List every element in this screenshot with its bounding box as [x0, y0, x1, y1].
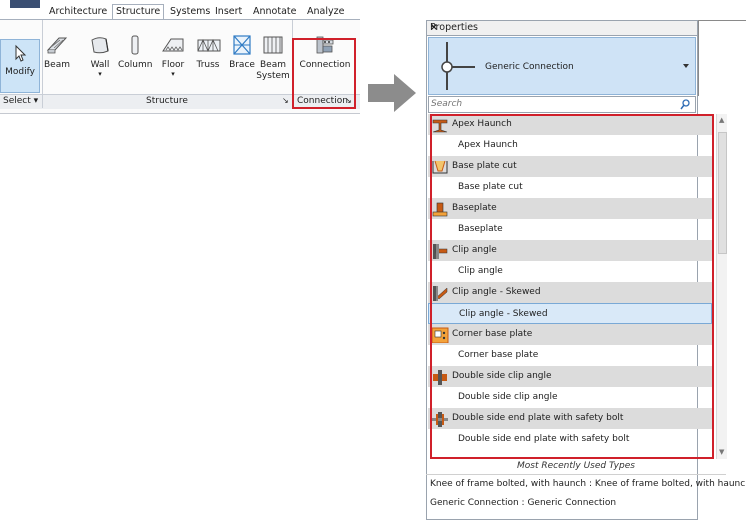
tab-insert[interactable]: Insert — [212, 5, 245, 19]
brace-icon — [233, 35, 251, 55]
type-name: Generic Connection — [485, 62, 574, 72]
view-frame-top — [698, 20, 746, 21]
wall-dropdown-icon[interactable]: ▾ — [88, 71, 112, 78]
mru-item[interactable]: Generic Connection : Generic Connection — [430, 498, 616, 508]
brace-label: Brace — [229, 60, 255, 70]
type-selector[interactable]: Generic Connection — [428, 37, 696, 95]
type-list-highlight-box — [430, 114, 714, 459]
mru-divider — [426, 474, 726, 475]
beam-system-label: Beam System — [256, 60, 290, 81]
type-search-box[interactable] — [428, 96, 696, 113]
floor-button[interactable]: Floor ▾ — [161, 34, 185, 78]
beam-label: Beam — [44, 60, 70, 70]
scroll-down-icon[interactable]: ▼ — [719, 448, 724, 456]
transition-arrow-shaft — [368, 84, 394, 102]
structure-panel-launcher-icon[interactable]: ↘ — [282, 95, 289, 107]
beam-system-button[interactable]: Beam System — [256, 34, 290, 82]
structure-panel-label: Structure — [146, 96, 188, 106]
truss-icon — [197, 39, 221, 52]
floor-dropdown-icon[interactable]: ▾ — [161, 71, 185, 78]
select-dropdown-icon[interactable]: ▾ — [34, 96, 39, 106]
beam-system-icon — [263, 36, 283, 54]
type-dropdown-icon[interactable] — [683, 64, 689, 68]
properties-title-bar: Properties × — [426, 20, 698, 36]
cursor-arrow-icon — [15, 44, 27, 62]
close-icon[interactable]: × — [430, 22, 691, 33]
truss-label: Truss — [196, 60, 220, 70]
brace-button[interactable]: Brace — [229, 34, 255, 71]
mru-title: Most Recently Used Types — [517, 461, 635, 471]
wall-button[interactable]: Wall ▾ — [88, 34, 112, 78]
type-list-scrollbar[interactable]: ▲ ▼ — [716, 114, 727, 459]
modify-label: Modify — [5, 67, 35, 77]
search-icon[interactable] — [680, 99, 690, 110]
beam-icon — [46, 37, 68, 54]
select-panel-label[interactable]: Select ▾ — [3, 95, 38, 107]
connection-highlight-box — [292, 38, 356, 109]
tab-architecture[interactable]: Architecture — [46, 5, 110, 19]
tab-structure[interactable]: Structure — [112, 4, 165, 20]
truss-button[interactable]: Truss — [196, 34, 221, 71]
transition-arrow-icon — [394, 74, 416, 112]
wall-icon — [91, 37, 109, 54]
ribbon-tab-bar: Architecture Structure Systems Insert An… — [0, 0, 360, 20]
scrollbar-thumb[interactable] — [718, 132, 727, 254]
select-panel-text: Select — [3, 96, 31, 106]
tab-annotate[interactable]: Annotate — [250, 5, 299, 19]
tab-analyze[interactable]: Analyze — [304, 5, 347, 19]
column-icon — [131, 35, 139, 55]
floor-icon — [162, 38, 184, 52]
tab-systems[interactable]: Systems — [167, 5, 213, 19]
scroll-up-icon[interactable]: ▲ — [719, 116, 724, 124]
view-frame-left — [698, 20, 699, 96]
modify-button[interactable]: Modify — [0, 39, 40, 93]
search-input[interactable] — [431, 98, 671, 110]
beam-button[interactable]: Beam — [44, 34, 70, 71]
mru-item[interactable]: Knee of frame bolted, with haunch : Knee… — [430, 479, 746, 489]
column-button[interactable]: Column — [118, 34, 152, 71]
wall-label: Wall — [90, 60, 110, 70]
column-label: Column — [118, 60, 153, 70]
floor-label: Floor — [161, 60, 185, 70]
generic-connection-icon — [441, 42, 475, 90]
